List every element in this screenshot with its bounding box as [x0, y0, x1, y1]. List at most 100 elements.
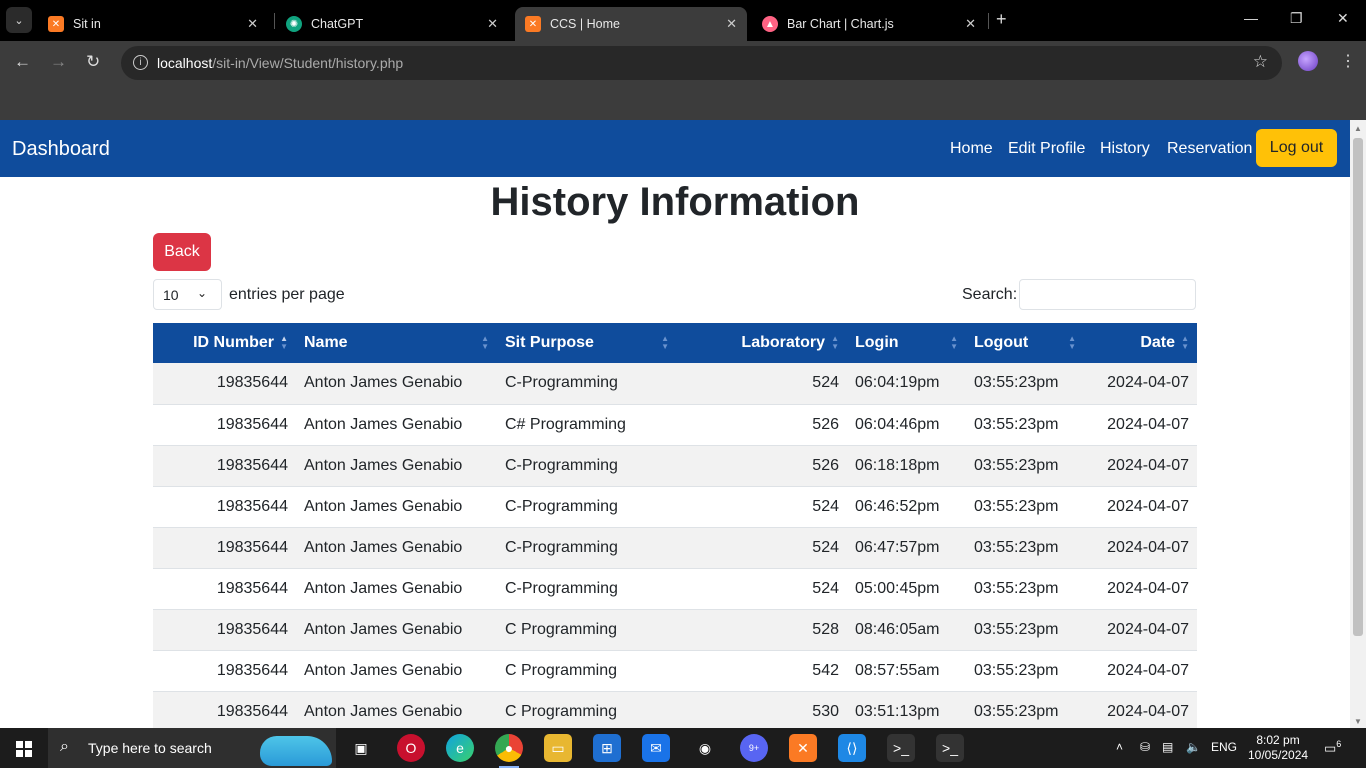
- minimize-icon[interactable]: —: [1244, 10, 1258, 26]
- taskbar-search-box[interactable]: ⌕ Type here to search: [48, 728, 336, 768]
- url-text: localhost/sit-in/View/Student/history.ph…: [157, 55, 403, 71]
- task-view-icon[interactable]: ▣: [347, 734, 375, 762]
- address-toolbar: ← → ↻ i localhost/sit-in/View/Student/hi…: [0, 41, 1366, 85]
- nav-link-reservation[interactable]: Reservation: [1167, 140, 1252, 158]
- more-menu-icon[interactable]: ⋮: [1340, 51, 1356, 71]
- github-icon[interactable]: ◉: [691, 734, 719, 762]
- entries-per-page-label: entries per page: [229, 286, 345, 303]
- network-icon[interactable]: ▤: [1162, 740, 1173, 754]
- volume-icon[interactable]: 🔈: [1186, 740, 1201, 754]
- discord-icon[interactable]: 9+: [740, 734, 768, 762]
- tab-chatgpt[interactable]: ✺ ChatGPT ✕: [276, 7, 508, 41]
- cell-sit-purpose: C# Programming: [497, 404, 677, 446]
- mail-icon[interactable]: ✉: [642, 734, 670, 762]
- scrollbar-thumb[interactable]: [1353, 138, 1363, 636]
- cell-date: 2024-04-07: [1084, 363, 1197, 405]
- sort-icon: ▲ ▼: [661, 334, 669, 351]
- restore-icon[interactable]: ❐: [1290, 10, 1303, 27]
- search-input[interactable]: [1019, 279, 1196, 310]
- cell-sit-purpose: C Programming: [497, 691, 677, 728]
- close-icon[interactable]: ✕: [247, 16, 258, 32]
- tab-bar-chart[interactable]: ▲ Bar Chart | Chart.js ✕: [752, 7, 986, 41]
- cell-sit-purpose: C-Programming: [497, 486, 677, 528]
- scroll-up-icon[interactable]: ▲: [1354, 124, 1362, 133]
- edge-icon[interactable]: e: [446, 734, 474, 762]
- back-arrow-icon[interactable]: ←: [14, 52, 31, 72]
- cell-laboratory: 542: [677, 650, 847, 692]
- terminal-icon[interactable]: >_: [936, 734, 964, 762]
- sort-ascending-icon: ▲ ▼: [280, 334, 288, 351]
- cell-logout: 03:55:23pm: [966, 486, 1084, 528]
- chrome-icon[interactable]: ●: [495, 734, 523, 768]
- tab-search-button[interactable]: ⌄: [6, 7, 32, 33]
- chevron-up-icon[interactable]: ˄: [1116, 740, 1123, 754]
- bookmark-star-icon[interactable]: ☆: [1253, 52, 1268, 72]
- cell-logout: 03:55:23pm: [966, 363, 1084, 405]
- tab-separator: [988, 13, 989, 29]
- microsoft-store-icon[interactable]: ⊞: [593, 734, 621, 762]
- tab-sit-in[interactable]: ✕ Sit in ✕: [38, 7, 268, 41]
- cell-laboratory: 524: [677, 527, 847, 569]
- terminal-icon[interactable]: >_: [887, 734, 915, 762]
- file-explorer-icon[interactable]: ▭: [544, 734, 572, 762]
- logout-button[interactable]: Log out: [1256, 129, 1337, 167]
- column-header-date[interactable]: Date ▲ ▼: [1084, 323, 1197, 363]
- cell-logout: 03:55:23pm: [966, 650, 1084, 692]
- nav-link-home[interactable]: Home: [950, 140, 993, 158]
- cell-id-number: 19835644: [153, 568, 296, 610]
- clock-date: 10/05/2024: [1248, 748, 1309, 762]
- search-icon: ⌕: [60, 738, 69, 755]
- scroll-down-icon[interactable]: ▼: [1354, 717, 1362, 726]
- windows-start-icon[interactable]: [16, 741, 32, 757]
- column-header-login[interactable]: Login ▲ ▼: [847, 323, 966, 363]
- tab-separator: [274, 13, 275, 29]
- notification-count: 6: [1336, 739, 1342, 749]
- opera-icon[interactable]: O: [397, 734, 425, 762]
- column-header-laboratory[interactable]: Laboratory ▲ ▼: [677, 323, 847, 363]
- column-header-logout[interactable]: Logout ▲ ▼: [966, 323, 1084, 363]
- back-button[interactable]: Back: [153, 233, 211, 271]
- language-indicator[interactable]: ENG: [1211, 740, 1237, 754]
- cell-laboratory: 524: [677, 363, 847, 405]
- cell-sit-purpose: C-Programming: [497, 445, 677, 487]
- cell-laboratory: 526: [677, 445, 847, 487]
- page-scrollbar[interactable]: ▲ ▼: [1350, 120, 1366, 728]
- cell-id-number: 19835644: [153, 691, 296, 728]
- reload-icon[interactable]: ↻: [86, 52, 100, 72]
- site-info-icon[interactable]: i: [133, 55, 148, 70]
- column-header-name[interactable]: Name ▲ ▼: [296, 323, 497, 363]
- xampp-icon[interactable]: ✕: [789, 734, 817, 762]
- forward-arrow-icon[interactable]: →: [50, 52, 67, 72]
- column-header-id-number[interactable]: ID Number ▲ ▼: [153, 323, 296, 363]
- close-icon[interactable]: ✕: [487, 16, 498, 32]
- close-window-icon[interactable]: ✕: [1337, 10, 1349, 27]
- tab-ccs-home[interactable]: ✕ CCS | Home ✕: [515, 7, 747, 41]
- navbar-brand[interactable]: Dashboard: [12, 138, 110, 161]
- nav-link-edit-profile[interactable]: Edit Profile: [1008, 140, 1085, 158]
- history-table: ID Number ▲ ▼ Name ▲ ▼ Sit Purpose ▲ ▼ Labo…: [153, 323, 1197, 728]
- close-icon[interactable]: ✕: [965, 16, 976, 32]
- table-row: 19835644 Anton James Genabio C-Programmi…: [153, 486, 1197, 528]
- table-row: 19835644 Anton James Genabio C-Programmi…: [153, 527, 1197, 569]
- url-bar[interactable]: i localhost/sit-in/View/Student/history.…: [121, 46, 1282, 80]
- close-icon[interactable]: ✕: [726, 16, 737, 32]
- discord-badge: 9+: [748, 743, 760, 753]
- cell-id-number: 19835644: [153, 445, 296, 487]
- vscode-icon[interactable]: ⟨⟩: [838, 734, 866, 762]
- cell-login: 08:57:55am: [847, 650, 966, 692]
- cell-id-number: 19835644: [153, 527, 296, 569]
- notifications-icon[interactable]: ▭6: [1324, 739, 1341, 756]
- tab-title: CCS | Home: [550, 17, 620, 31]
- cell-name: Anton James Genabio: [296, 486, 497, 528]
- column-header-sit-purpose[interactable]: Sit Purpose ▲ ▼: [497, 323, 677, 363]
- nav-link-history[interactable]: History: [1100, 140, 1150, 158]
- cell-name: Anton James Genabio: [296, 527, 497, 569]
- profile-avatar[interactable]: [1298, 51, 1318, 71]
- entries-per-page-select[interactable]: 10 ⌄: [153, 279, 222, 310]
- system-clock[interactable]: 8:02 pm 10/05/2024: [1248, 733, 1308, 763]
- cell-login: 03:51:13pm: [847, 691, 966, 728]
- chevron-down-icon: ⌄: [196, 286, 207, 300]
- network-drive-icon[interactable]: ⛁: [1140, 740, 1150, 754]
- cell-date: 2024-04-07: [1084, 609, 1197, 651]
- new-tab-button[interactable]: +: [996, 9, 1007, 30]
